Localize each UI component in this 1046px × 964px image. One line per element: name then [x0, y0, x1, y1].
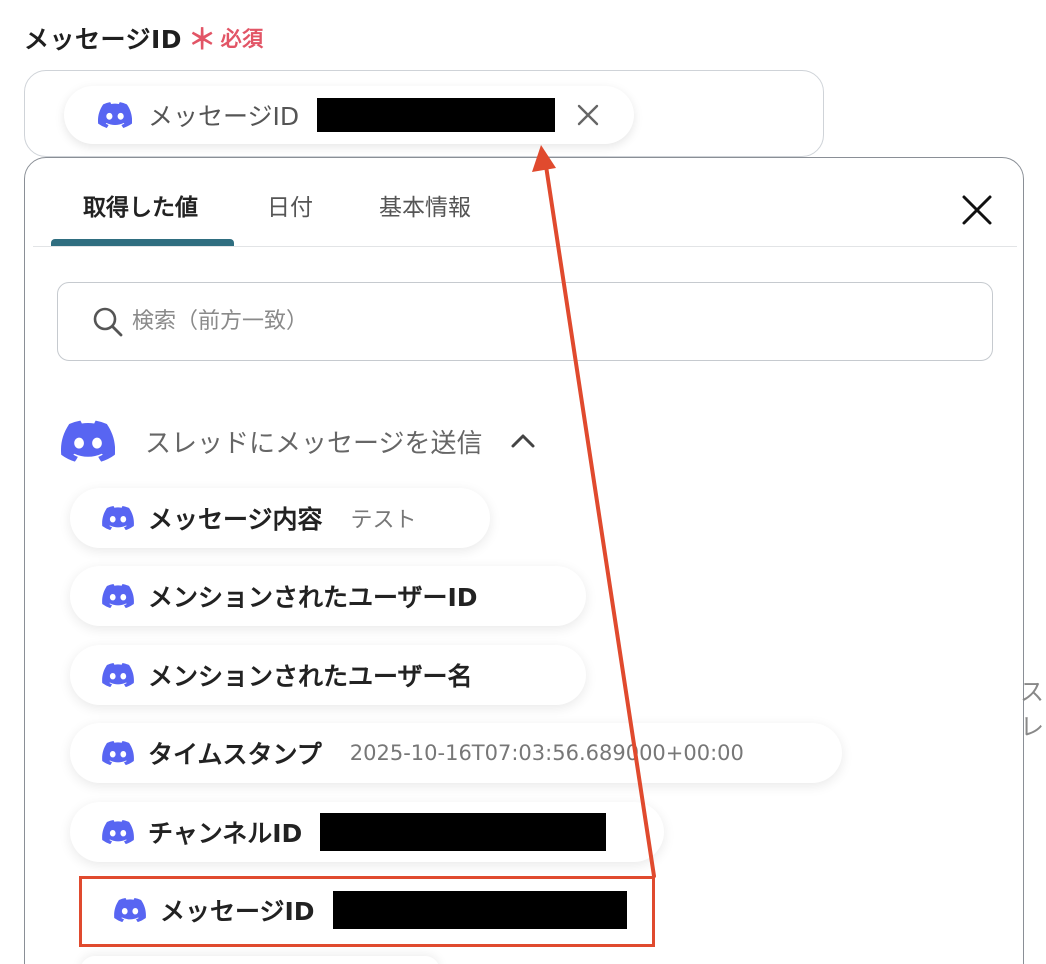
selected-value-chip[interactable]: メッセージID [64, 86, 634, 144]
item-label: タイムスタンプ [148, 740, 322, 769]
tab-acquired-values[interactable]: 取得した値 [83, 188, 198, 222]
section-title: スレッドにメッセージを送信 [145, 428, 483, 459]
item-label: メンションされたユーザー名 [148, 662, 473, 691]
discord-icon [102, 820, 134, 844]
item-label: メッセージ内容 [148, 505, 323, 534]
item-value: 2025-10-16T07:03:56.689000+00:00 [349, 741, 744, 765]
field-label: メッセージID ＊ 必須 [24, 18, 264, 58]
item-label: メンションされたユーザーID [148, 583, 478, 612]
discord-icon [102, 506, 134, 530]
tab-basic-info[interactable]: 基本情報 [379, 188, 471, 222]
field-label-text: メッセージID [24, 25, 183, 54]
redacted-value [320, 813, 607, 851]
close-panel-button[interactable] [959, 192, 995, 228]
close-icon [577, 104, 599, 126]
list-item-message-content[interactable]: メッセージ内容 テスト [70, 488, 490, 548]
close-icon [962, 195, 992, 225]
chip-label: メッセージID [148, 102, 300, 131]
discord-icon [102, 663, 134, 687]
chevron-up-icon [511, 434, 535, 448]
discord-icon [102, 741, 134, 765]
background-text: スレ [1020, 678, 1044, 741]
tab-date[interactable]: 日付 [267, 188, 313, 222]
redacted-value [317, 98, 556, 132]
search-icon [93, 307, 123, 336]
required-star: ＊ [188, 23, 217, 56]
item-label: チャンネルID [148, 819, 303, 848]
section-header-send-thread-message[interactable]: スレッドにメッセージを送信 [61, 420, 536, 462]
list-item-mentioned-user-name[interactable]: メンションされたユーザー名 [70, 645, 586, 705]
search-input[interactable] [132, 309, 932, 334]
active-tab-indicator [51, 239, 234, 246]
item-value: テスト [350, 508, 417, 533]
list-item-timestamp[interactable]: タイムスタンプ 2025-10-16T07:03:56.689000+00:00 [70, 723, 842, 783]
collapse-section-button[interactable] [510, 428, 536, 454]
discord-icon [61, 420, 115, 462]
required-text: 必須 [220, 27, 264, 51]
remove-chip-button[interactable] [575, 102, 601, 128]
list-item-channel-id[interactable]: チャンネルID [70, 802, 664, 862]
list-item-partial[interactable] [80, 956, 440, 964]
list-item-mentioned-user-id[interactable]: メンションされたユーザーID [70, 566, 586, 626]
discord-icon [98, 102, 132, 128]
annotation-highlight-box [79, 876, 655, 947]
discord-icon [102, 584, 134, 608]
tab-divider [33, 246, 1017, 247]
search-box[interactable] [57, 282, 993, 361]
